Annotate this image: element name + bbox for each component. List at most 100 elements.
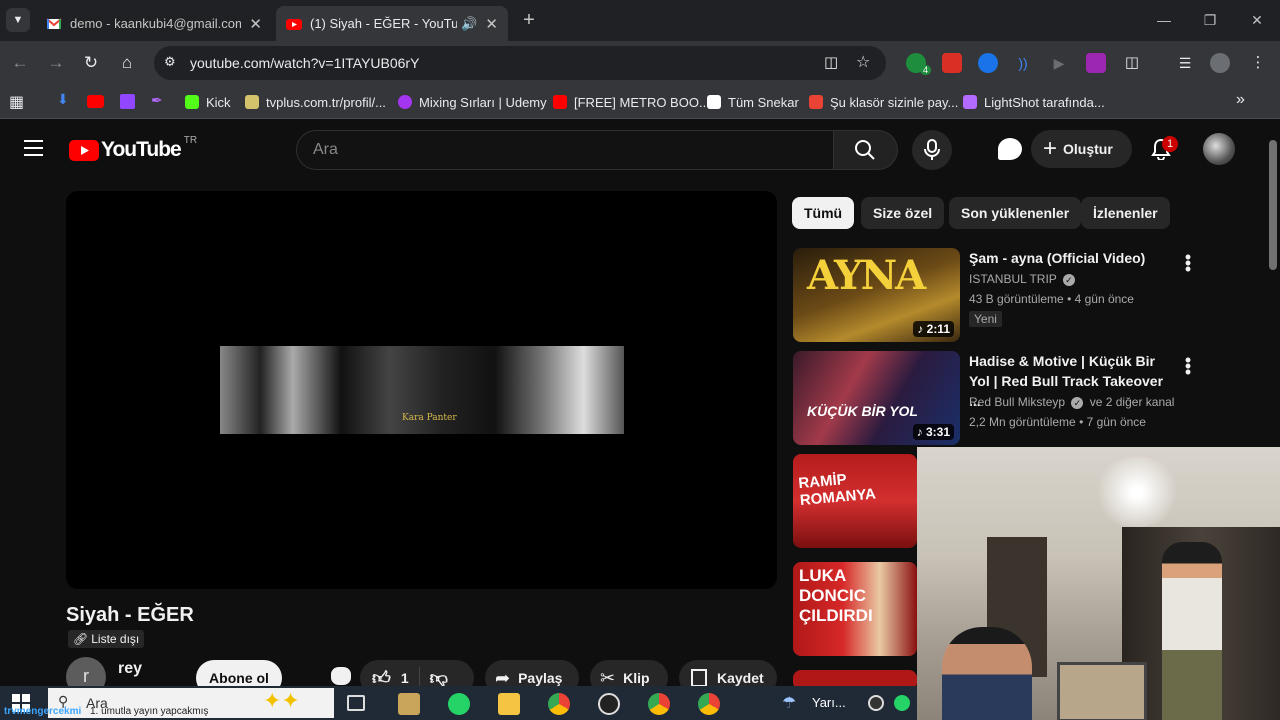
stream-overlay-left: trvmengercekmi [4, 706, 82, 717]
address-bar[interactable]: ⚙ youtube.com/watch?v=1ITAYUB06rY ◫ ☆ [154, 46, 886, 80]
search-placeholder: Ara [313, 141, 338, 158]
bookmark-kick[interactable]: Kick [185, 93, 231, 111]
extension-purple-icon[interactable] [1086, 53, 1106, 73]
extension-red-icon[interactable] [942, 53, 962, 73]
chrome-icon[interactable] [648, 693, 670, 715]
thumbnail-text: AYNA [807, 252, 926, 299]
taskbar-search-input[interactable]: ⚲ Ara trvmengercekmi 1. umutla yayın yap… [4, 688, 334, 718]
apps-grid-icon[interactable]: ▦ [9, 92, 24, 112]
minimize-icon[interactable]: — [1150, 8, 1178, 32]
install-icon[interactable]: ◫ [824, 53, 838, 71]
bookmark-tvplus[interactable]: tvplus.com.tr/profil/... [245, 93, 386, 111]
extensions-puzzle-icon[interactable]: ◫ [1122, 53, 1142, 73]
bookmark-star-icon[interactable]: ☆ [856, 52, 870, 72]
recommendation-thumbnail[interactable]: AYNA ♪ 2:11 [793, 248, 960, 342]
file-explorer-icon[interactable] [498, 693, 520, 715]
stream-overlay-right: 1. umutla yayın yapcakmış [90, 706, 209, 717]
close-tab-icon[interactable]: ✕ [485, 15, 498, 33]
webcam-overlay [917, 447, 1280, 720]
verified-icon: ✓ [1062, 274, 1075, 286]
new-tab-icon[interactable]: + [518, 8, 540, 32]
home-icon[interactable]: ⌂ [115, 51, 139, 75]
reading-list-icon[interactable]: ☰ [1175, 53, 1195, 73]
profile-avatar[interactable] [1210, 53, 1230, 73]
more-bookmarks-icon[interactable]: » [1236, 91, 1245, 109]
scrollbar-thumb[interactable] [1269, 140, 1277, 270]
reload-icon[interactable]: ↻ [79, 51, 103, 75]
extension-play-icon[interactable]: ▶ [1049, 53, 1069, 73]
person-sitting [942, 627, 1032, 720]
youtube-logo[interactable]: YouTube TR [69, 135, 197, 162]
page-scrollbar[interactable] [1266, 120, 1280, 450]
close-tab-icon[interactable]: ✕ [249, 15, 262, 33]
extension-waves-icon[interactable]: )) [1013, 53, 1033, 73]
twitch-bookmark-icon[interactable] [120, 94, 135, 109]
youtube-bookmark-icon[interactable] [87, 95, 104, 108]
chip-watched[interactable]: İzlenenler [1081, 197, 1170, 229]
windows-taskbar: ⚲ Ara trvmengercekmi 1. umutla yayın yap… [0, 686, 917, 720]
browser-toolbar: ← → ↻ ⌂ ⚙ youtube.com/watch?v=1ITAYUB06r… [0, 41, 1280, 85]
search-button[interactable] [834, 130, 898, 170]
task-view-icon[interactable] [347, 695, 365, 711]
thumbnail-text: KÜÇÜK BİR YOL [807, 403, 918, 419]
thumbnail-text: RAMİP ROMANYA [797, 471, 877, 510]
tab-youtube[interactable]: (1) Siyah - EĞER - YouTube 🔊 ✕ [276, 6, 508, 41]
chip-recently-uploaded[interactable]: Son yüklenenler [949, 197, 1082, 229]
recommendation-thumbnail[interactable]: KÜÇÜK BİR YOL ♪ 3:31 [793, 351, 960, 445]
weather-icon[interactable]: ☂ [782, 693, 796, 713]
tab-search-button[interactable]: ▼ [6, 8, 30, 32]
voice-search-button[interactable] [912, 130, 952, 170]
speaker-icon[interactable]: 🔊 [461, 16, 477, 32]
close-window-icon[interactable]: ✕ [1243, 8, 1271, 32]
recommendation-thumbnail[interactable]: RAMİP ROMANYA [793, 454, 917, 548]
youtube-icon [286, 18, 302, 30]
notification-count-badge: 1 [1162, 136, 1178, 152]
recommendation-channel[interactable]: ISTANBUL TRIP ✓ [969, 272, 1075, 286]
obs-icon[interactable] [598, 693, 620, 715]
tab-title: (1) Siyah - EĞER - YouTube [310, 16, 458, 31]
chip-all[interactable]: Tümü [792, 197, 855, 229]
site-info-icon[interactable]: ⚙ [164, 54, 176, 70]
search-input[interactable]: Ara [296, 130, 834, 170]
hamburger-menu-icon[interactable] [24, 140, 43, 156]
chrome-icon[interactable] [698, 693, 720, 715]
chat-sparkle-icon[interactable] [998, 138, 1022, 160]
bookmark-lightshot[interactable]: LightShot tarafında... [963, 93, 1105, 111]
link-icon: 🔗︎ [73, 632, 89, 646]
account-avatar[interactable] [1203, 133, 1235, 165]
plus-icon: + [1043, 135, 1058, 162]
weather-label[interactable]: Yarı... [812, 695, 846, 710]
tray-whatsapp-icon[interactable] [894, 695, 910, 711]
download-bookmark-icon[interactable]: ⬇ [57, 91, 69, 108]
back-icon[interactable]: ← [8, 51, 32, 75]
video-player[interactable]: Kara Panter [66, 191, 777, 589]
bookmarks-bar: ▦ ⬇ ✒ Kick tvplus.com.tr/profil/... Mixi… [0, 85, 1280, 119]
sparkle-icon: ✦✦ [263, 688, 300, 713]
create-label: Oluştur [1063, 141, 1113, 157]
tab-gmail[interactable]: demo - kaankubi4@gmail.com ✕ [36, 6, 272, 41]
restore-icon[interactable]: ❐ [1196, 8, 1224, 32]
recommendation-channel[interactable]: Red Bull Miksteyp ✓ ve 2 diğer kanal [969, 395, 1174, 409]
recommendation-thumbnail[interactable]: LUKA DONCIC ÇILDIRDI [793, 562, 917, 656]
verified-icon: ✓ [1071, 397, 1084, 409]
bookmark-udemy[interactable]: Mixing Sırları | Udemy [398, 93, 547, 111]
league-of-legends-icon[interactable] [398, 693, 420, 715]
bookmark-snekar[interactable]: Tüm Snekar [707, 93, 799, 111]
extension-blue-circle-icon[interactable] [978, 53, 998, 73]
more-actions-icon[interactable]: • • • [1184, 248, 1192, 278]
hype-icon[interactable] [331, 667, 351, 685]
bookmark-folder-share[interactable]: Şu klasör sizinle pay... [809, 93, 958, 111]
more-actions-icon[interactable]: • • • [1184, 351, 1192, 381]
channel-name[interactable]: rey [118, 660, 142, 678]
forward-icon[interactable]: → [44, 51, 68, 75]
chrome-icon[interactable] [548, 693, 570, 715]
tray-app-icon[interactable] [868, 695, 884, 711]
whatsapp-icon[interactable] [448, 693, 470, 715]
create-button[interactable]: + Oluştur [1031, 130, 1132, 168]
feather-bookmark-icon[interactable]: ✒ [151, 92, 163, 109]
chip-for-you[interactable]: Size özel [861, 197, 945, 229]
bookmark-metro-boomin[interactable]: [FREE] METRO BOO... [553, 93, 710, 111]
tvplus-icon [245, 95, 259, 109]
recommendation-title[interactable]: Şam - ayna (Official Video) [969, 248, 1174, 268]
menu-icon[interactable]: ⋮ [1248, 53, 1268, 73]
